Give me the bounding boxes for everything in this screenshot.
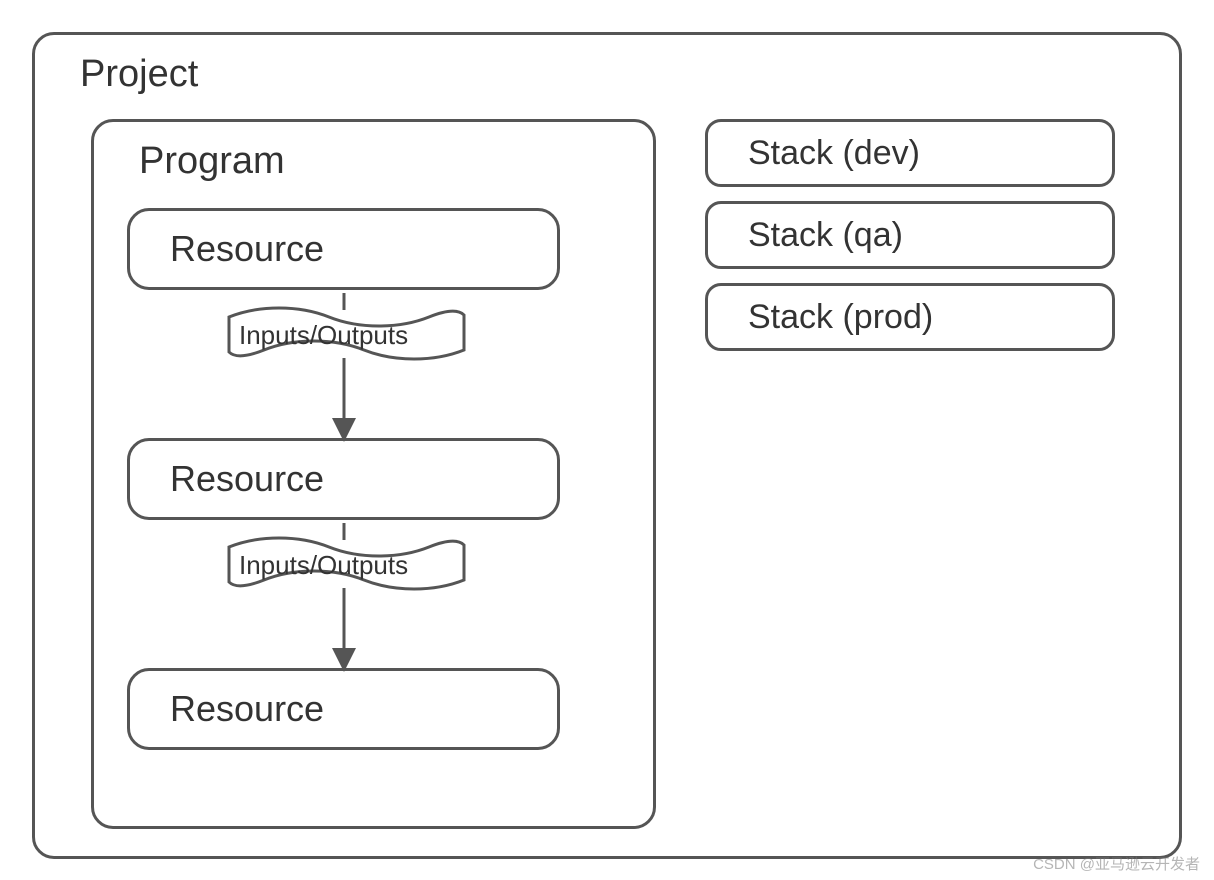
stack-box-dev: Stack (dev): [705, 119, 1115, 187]
project-title: Project: [80, 53, 198, 96]
stack-box-qa: Stack (qa): [705, 201, 1115, 269]
stack-label: Stack (prod): [748, 298, 933, 337]
resource-box-1: Resource: [127, 208, 560, 290]
resource-label: Resource: [170, 688, 324, 730]
stack-box-prod: Stack (prod): [705, 283, 1115, 351]
program-container: Program Resource Resource Resource: [91, 119, 656, 829]
flow-label-1: Inputs/Outputs: [239, 320, 408, 351]
project-container: Project Program Resource Resource Resour…: [32, 32, 1182, 859]
program-title: Program: [139, 140, 285, 183]
resource-box-2: Resource: [127, 438, 560, 520]
watermark-text: CSDN @亚马逊云开发者: [1033, 853, 1200, 874]
resource-label: Resource: [170, 228, 324, 270]
flow-label-2: Inputs/Outputs: [239, 550, 408, 581]
stack-label: Stack (dev): [748, 134, 920, 173]
resource-box-3: Resource: [127, 668, 560, 750]
stack-label: Stack (qa): [748, 216, 903, 255]
resource-label: Resource: [170, 458, 324, 500]
